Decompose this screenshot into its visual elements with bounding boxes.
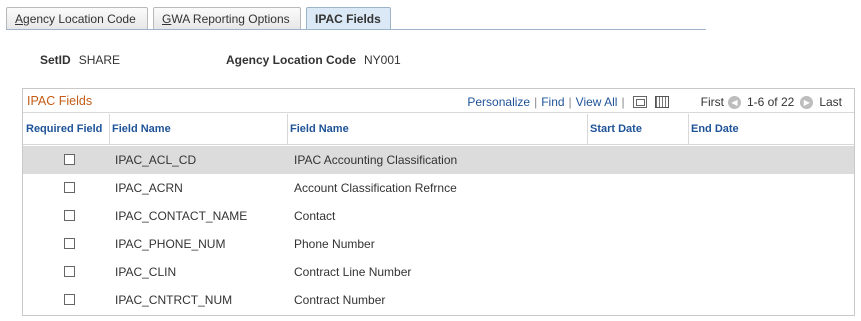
ipac-fields-grid: IPAC Fields Personalize | Find | View Al… xyxy=(22,88,855,316)
field-description-cell: Phone Number xyxy=(294,237,375,251)
tab-label-accesskey: A xyxy=(15,12,24,26)
column-header-start-date[interactable]: Start Date xyxy=(590,123,642,135)
tab-bar: Agency Location Code GWA Reporting Optio… xyxy=(6,7,396,30)
setid-label: SetID xyxy=(40,53,71,67)
nav-separator: | xyxy=(534,95,538,109)
column-header-required-field[interactable]: Required Field xyxy=(26,123,102,135)
setid-field: SetID SHARE xyxy=(40,53,120,67)
field-description-cell: Contact xyxy=(294,209,336,223)
setid-value: SHARE xyxy=(78,53,121,67)
table-row: IPAC_ACL_CD IPAC Accounting Classificati… xyxy=(23,146,854,174)
grid-title: IPAC Fields xyxy=(27,94,93,108)
previous-arrow-icon[interactable]: ◀ xyxy=(727,95,741,109)
field-name-cell: IPAC_CLIN xyxy=(115,265,177,279)
required-field-checkbox[interactable] xyxy=(64,238,75,249)
next-arrow-icon[interactable]: ▶ xyxy=(800,95,814,109)
grid-title-bar: IPAC Fields Personalize | Find | View Al… xyxy=(23,89,854,113)
find-link[interactable]: Find xyxy=(541,95,564,109)
column-divider xyxy=(587,114,588,145)
column-divider xyxy=(688,114,689,145)
row-count: 1-6 of 22 xyxy=(746,95,795,109)
tab-label: WA Reporting Options xyxy=(171,12,290,26)
tab-label-accesskey: G xyxy=(162,12,172,26)
column-divider xyxy=(287,114,288,145)
table-row: IPAC_ACRN Account Classification Refrnce xyxy=(23,174,854,202)
agency-location-code-field: Agency Location Code NY001 xyxy=(226,53,401,67)
tab-divider xyxy=(6,29,706,30)
last-link[interactable]: Last xyxy=(819,95,842,109)
grid-navigation: Personalize | Find | View All | First ◀ … xyxy=(467,95,844,109)
field-name-cell: IPAC_ACRN xyxy=(115,181,183,195)
required-field-checkbox[interactable] xyxy=(64,182,75,193)
nav-separator: | xyxy=(621,95,625,109)
required-field-checkbox[interactable] xyxy=(64,154,75,165)
table-row: IPAC_PHONE_NUM Phone Number xyxy=(23,230,854,258)
tab-gwa-reporting-options[interactable]: GWA Reporting Options xyxy=(153,7,301,30)
download-spreadsheet-icon[interactable] xyxy=(654,96,669,108)
required-field-checkbox[interactable] xyxy=(64,266,75,277)
field-description-cell: Account Classification Refrnce xyxy=(294,181,457,195)
personalize-link[interactable]: Personalize xyxy=(467,95,530,109)
field-description-cell: Contract Number xyxy=(294,293,386,307)
required-field-checkbox[interactable] xyxy=(64,294,75,305)
required-field-checkbox[interactable] xyxy=(64,210,75,221)
zoom-icon[interactable] xyxy=(632,96,647,108)
field-name-cell: IPAC_ACL_CD xyxy=(115,153,197,167)
agency-location-code-value: NY001 xyxy=(364,53,401,67)
table-row: IPAC_CLIN Contract Line Number xyxy=(23,258,854,286)
field-name-cell: IPAC_CONTACT_NAME xyxy=(115,209,248,223)
field-name-cell: IPAC_CNTRCT_NUM xyxy=(115,293,233,307)
tab-label: gency Location Code xyxy=(23,12,136,26)
table-row: IPAC_CNTRCT_NUM Contract Number xyxy=(23,286,854,314)
table-row: IPAC_CONTACT_NAME Contact xyxy=(23,202,854,230)
tab-label: IPAC Fields xyxy=(315,12,381,26)
field-description-cell: Contract Line Number xyxy=(294,265,412,279)
column-divider xyxy=(109,114,110,145)
column-header-row: Required Field Field Name Field Name Sta… xyxy=(23,114,854,145)
field-description-cell: IPAC Accounting Classification xyxy=(294,153,458,167)
first-link[interactable]: First xyxy=(701,95,724,109)
column-header-end-date[interactable]: End Date xyxy=(691,123,739,135)
field-name-cell: IPAC_PHONE_NUM xyxy=(115,237,226,251)
agency-location-code-label: Agency Location Code xyxy=(226,53,357,67)
nav-separator: | xyxy=(568,95,572,109)
tab-agency-location-code[interactable]: Agency Location Code xyxy=(6,7,148,30)
column-header-field-name[interactable]: Field Name xyxy=(112,123,171,135)
view-all-link[interactable]: View All xyxy=(576,95,618,109)
tab-ipac-fields[interactable]: IPAC Fields xyxy=(306,7,391,30)
column-header-field-description[interactable]: Field Name xyxy=(290,123,349,135)
